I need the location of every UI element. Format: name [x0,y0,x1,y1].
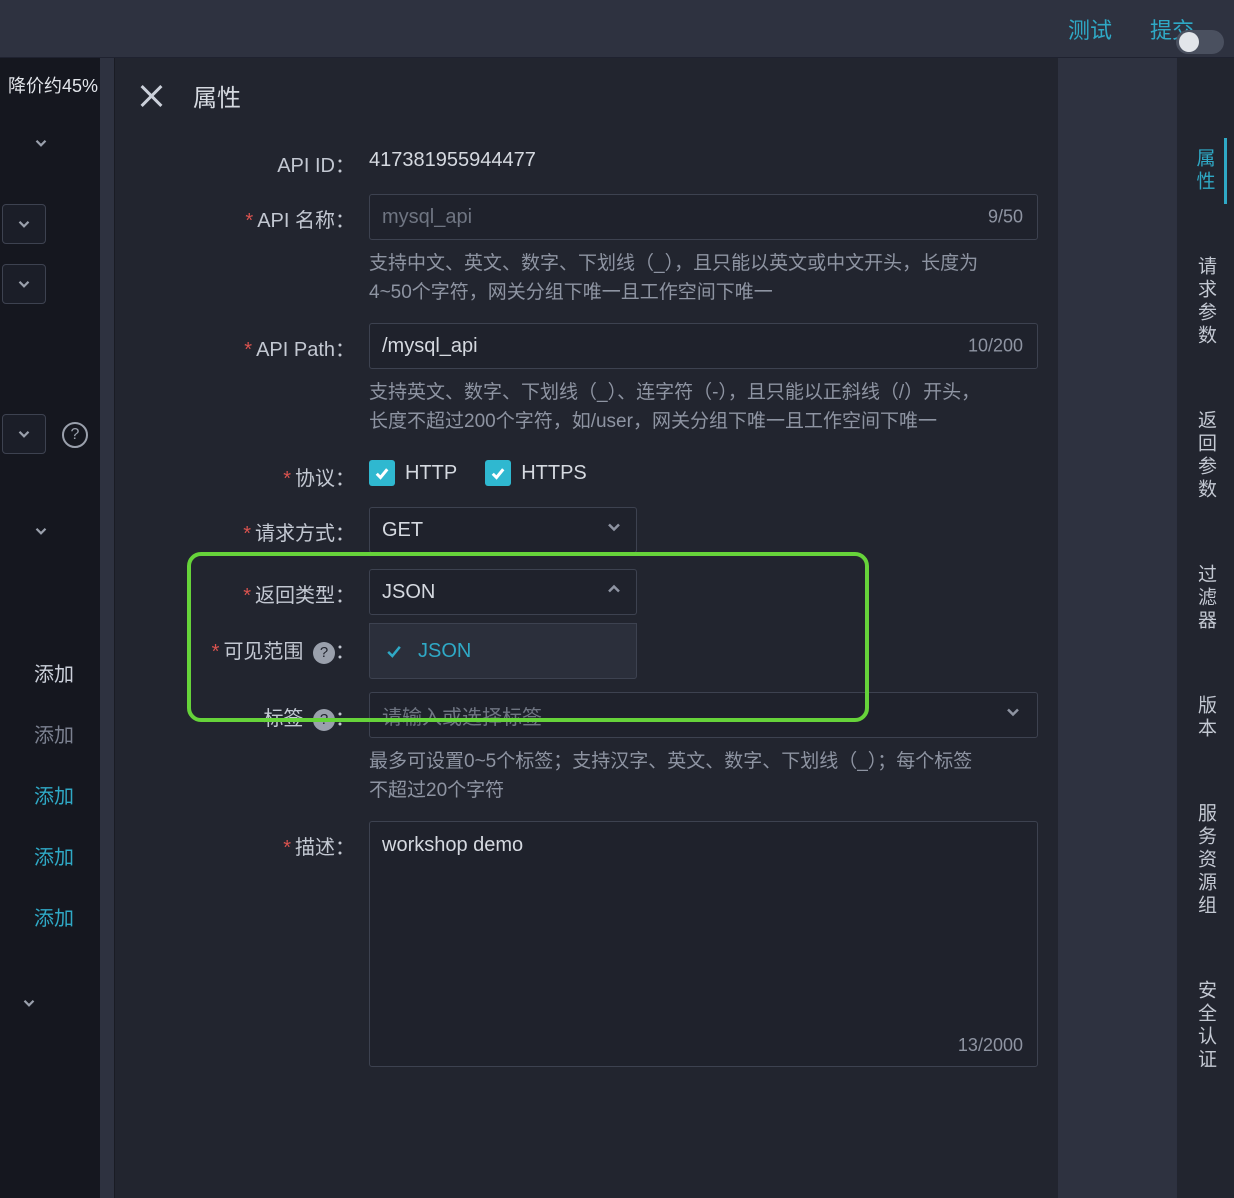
dropdown-box[interactable] [2,204,46,244]
label-desc: *描述： [135,821,355,860]
api-name-input[interactable]: mysql_api 9/50 [369,194,1038,240]
left-link[interactable]: 添加 [34,902,74,931]
right-gutter [1058,58,1116,1198]
label-api-id: API ID： [135,139,355,178]
checkbox-https[interactable]: HTTPS [485,460,587,486]
left-link[interactable]: 添加 [34,780,74,809]
close-icon[interactable] [137,82,165,110]
label-api-path: *API Path： [135,323,355,362]
desc-value: workshop demo [382,834,523,856]
return-type-select[interactable]: JSON [369,569,637,615]
api-name-hint: 支持中文、英文、数字、下划线（_），且只能以英文或中文开头，长度为4~50个字符… [369,250,989,307]
checkbox-https-label: HTTPS [521,462,587,485]
left-link[interactable]: 添加 [34,841,74,870]
checkbox-http[interactable]: HTTP [369,460,457,486]
help-icon[interactable]: ? [313,642,335,664]
label-visible-scope: *可见范围 ?： [135,625,355,664]
help-icon[interactable]: ? [313,709,335,731]
return-type-option-label: JSON [418,640,471,663]
tags-select[interactable]: 请输入或选择标签 [369,692,1038,738]
chevron-down-icon [1003,702,1023,728]
tags-hint: 最多可设置0~5个标签；支持汉字、英文、数字、下划线（_）；每个标签不超过20个… [369,748,989,805]
row-desc: *描述： workshop demo 13/2000 [135,821,1038,1067]
tab-filter[interactable]: 过滤器 [1192,554,1219,643]
tab-version[interactable]: 版本 [1192,685,1219,751]
label-protocol: *协议： [135,452,355,491]
left-links-list: 添加 添加 添加 添加 添加 [34,658,74,931]
row-method: *请求方式： GET [135,507,1038,553]
row-api-name: *API 名称： mysql_api 9/50 支持中文、英文、数字、下划线（_… [135,194,1038,307]
panel-title: 属性 [193,78,241,113]
properties-form: API ID： 417381955944477 *API 名称： mysql_a… [115,139,1058,1067]
chevron-down-icon [604,517,624,543]
chevron-down-icon[interactable] [16,990,42,1016]
row-protocol: *协议： HTTP HTTPS [135,452,1038,491]
tab-service-resource-group[interactable]: 服务资源组 [1192,793,1219,928]
tags-placeholder: 请输入或选择标签 [382,701,542,730]
label-method: *请求方式： [135,507,355,546]
method-select[interactable]: GET [369,507,637,553]
return-type-dropdown: JSON [369,623,637,679]
panel-header: 属性 [115,58,1058,139]
tab-properties[interactable]: 属性 [1191,138,1227,204]
chevron-up-icon [604,579,624,605]
toggle-knob [1179,32,1199,52]
checkbox-checked-icon [485,460,511,486]
tab-request-params[interactable]: 请求参数 [1192,246,1219,358]
dropdown-box[interactable] [2,264,46,304]
properties-panel: 属性 API ID： 417381955944477 *API 名称： mysq… [114,58,1058,1198]
checkbox-http-label: HTTP [405,462,457,485]
api-path-hint: 支持英文、数字、下划线（_）、连字符（-），且只能以正斜线（/）开头，长度不超过… [369,379,989,436]
api-path-value: /mysql_api [382,335,478,358]
tab-return-params[interactable]: 返回参数 [1192,400,1219,512]
left-link-muted: 添加 [34,719,74,748]
dropdown-box[interactable] [2,414,46,454]
desc-counter: 13/2000 [958,1035,1023,1056]
left-sidebar: 降价约45% ? 添加 添加 添加 添加 添加 [0,58,100,1198]
top-action-bar: 测试 提交 [0,0,1234,58]
label-api-name: *API 名称： [135,194,355,233]
test-link[interactable]: 测试 [1068,13,1112,45]
value-api-id: 417381955944477 [369,139,1038,172]
checkbox-checked-icon [369,460,395,486]
return-type-select-value: JSON [382,581,435,604]
label-return-type: *返回类型： [135,569,355,608]
label-tags: 标签 ?： [135,692,355,731]
tab-security-auth[interactable]: 安全认证 [1192,970,1219,1082]
row-tags: 标签 ?： 请输入或选择标签 最多可设置0~5个标签；支持汉字、英文、数字、下划… [135,692,1038,805]
promo-text: 降价约45% [8,72,98,98]
api-path-counter: 10/200 [968,336,1023,357]
return-type-option-json[interactable]: JSON [370,624,636,678]
right-tabs: 属性 请求参数 返回参数 过滤器 版本 服务资源组 安全认证 [1176,58,1234,1198]
row-api-path: *API Path： /mysql_api 10/200 支持英文、数字、下划线… [135,323,1038,436]
chevron-down-icon[interactable] [28,518,54,544]
api-name-counter: 9/50 [988,207,1023,228]
chevron-down-icon[interactable] [28,130,54,156]
help-icon[interactable]: ? [62,422,88,448]
api-name-placeholder: mysql_api [382,206,472,229]
toggle-switch[interactable] [1176,30,1224,54]
row-api-id: API ID： 417381955944477 [135,139,1038,178]
api-path-input[interactable]: /mysql_api 10/200 [369,323,1038,369]
left-link-header: 添加 [34,658,74,687]
method-select-value: GET [382,519,423,542]
desc-textarea[interactable]: workshop demo 13/2000 [369,821,1038,1067]
